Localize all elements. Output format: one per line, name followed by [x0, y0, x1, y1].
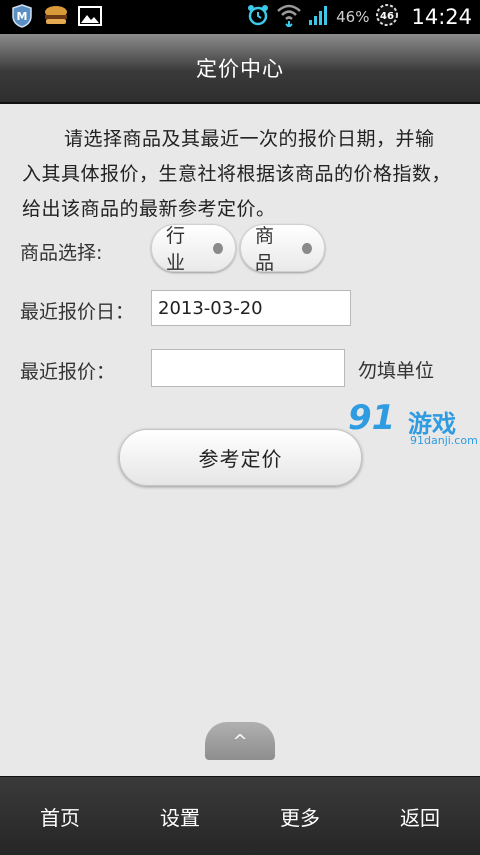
- clock-time: 14:24: [411, 5, 472, 29]
- price-input[interactable]: [151, 349, 345, 387]
- reference-price-button[interactable]: 参考定价: [119, 429, 362, 486]
- date-label: 最近报价日：: [20, 301, 135, 323]
- status-bar: M 46% 46 14:24: [0, 0, 480, 34]
- nav-home[interactable]: 首页: [0, 777, 120, 855]
- title-bar: 定价中心: [0, 34, 480, 104]
- price-label: 最近报价：: [20, 361, 116, 383]
- battery-percent: 46%: [336, 8, 370, 26]
- watermark-number: 91: [348, 398, 396, 438]
- burger-icon: [44, 4, 68, 28]
- watermark-url: 91danji.com: [410, 434, 478, 447]
- watermark-logo: 91 游戏 91danji.com: [348, 398, 478, 450]
- chevron-up-icon: ^: [232, 730, 248, 752]
- product-select-label-text: 商品: [255, 225, 275, 274]
- svg-text:M: M: [17, 10, 28, 23]
- alarm-clock-icon: [246, 3, 270, 31]
- date-input[interactable]: [151, 290, 351, 326]
- product-select-label: 商品选择:: [20, 242, 103, 264]
- signal-icon: [308, 4, 330, 30]
- nav-settings[interactable]: 设置: [120, 777, 240, 855]
- shield-m-icon: M: [10, 4, 34, 28]
- page-title: 定价中心: [196, 57, 284, 81]
- product-select-button[interactable]: 商品: [240, 224, 325, 274]
- image-icon: [78, 4, 102, 28]
- battery-icon: 46: [375, 3, 399, 31]
- dropdown-dot-icon: [302, 242, 312, 254]
- bottom-nav: 首页 设置 更多 返回: [0, 776, 480, 855]
- expand-tab-button[interactable]: ^: [205, 722, 275, 760]
- industry-select-label: 行业: [166, 225, 186, 274]
- nav-back[interactable]: 返回: [360, 777, 480, 855]
- svg-text:46: 46: [381, 11, 395, 22]
- wifi-icon: [276, 3, 302, 31]
- notification-icons: M: [10, 4, 102, 28]
- intro-text: 请选择商品及其最近一次的报价日期，并输入其具体报价，生意社将根据该商品的价格指数…: [22, 128, 452, 220]
- industry-select-button[interactable]: 行业: [151, 224, 236, 274]
- dropdown-dot-icon: [213, 242, 223, 254]
- nav-more[interactable]: 更多: [240, 777, 360, 855]
- unit-hint: 勿填单位: [358, 360, 435, 382]
